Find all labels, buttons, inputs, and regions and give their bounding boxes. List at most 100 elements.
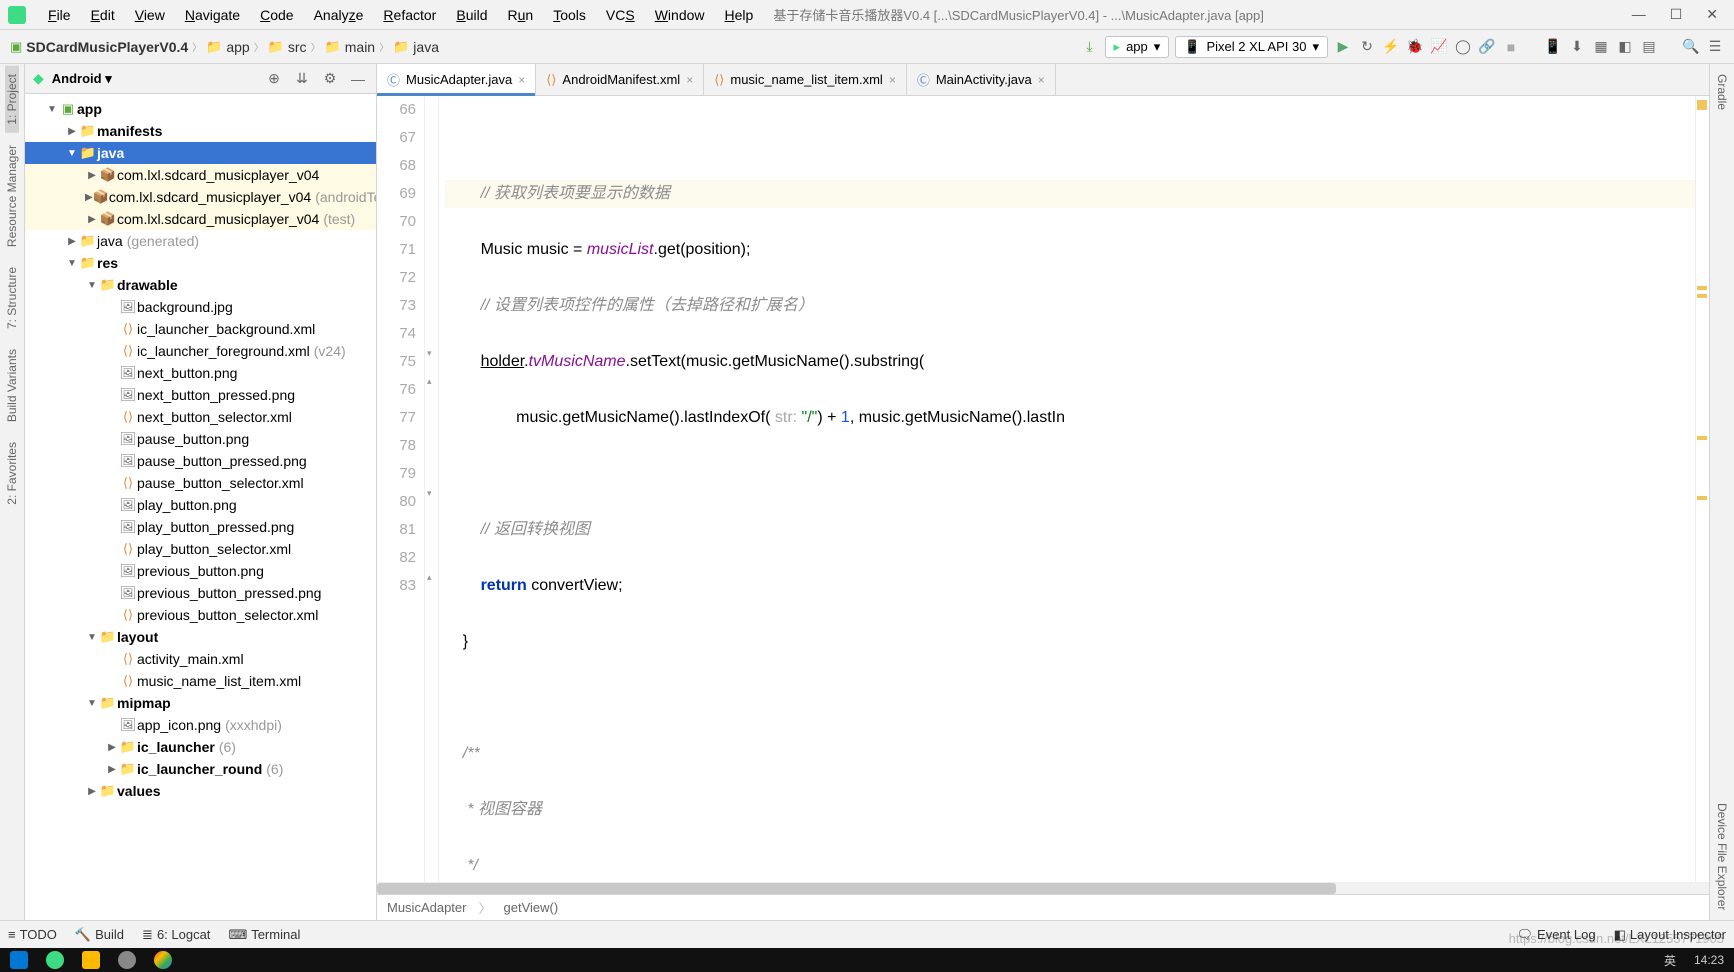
editor-breadcrumb[interactable]: MusicAdapter〉getView() xyxy=(377,894,1709,920)
tree-item[interactable]: 🖼next_button.png xyxy=(25,362,376,384)
close-icon[interactable]: × xyxy=(1038,73,1045,87)
close-icon[interactable]: × xyxy=(518,73,525,87)
sync-gradle-icon[interactable]: ⤓ xyxy=(1081,38,1099,56)
breadcrumb-root[interactable]: ▣SDCardMusicPlayerV0.4 xyxy=(10,39,188,55)
menu-edit[interactable]: Edit xyxy=(83,5,123,25)
hide-icon[interactable]: — xyxy=(348,71,368,87)
tree-item[interactable]: ▶📦com.lxl.sdcard_musicplayer_v04 xyxy=(25,164,376,186)
avd-manager-icon[interactable]: 📱 xyxy=(1544,38,1562,56)
line-gutter[interactable]: 666768697071727374757677787980818283 xyxy=(377,96,425,882)
tool-device-file-explorer[interactable]: Device File Explorer xyxy=(1715,795,1729,918)
taskbar-explorer[interactable] xyxy=(82,951,100,969)
taskbar-android-studio[interactable] xyxy=(46,951,64,969)
taskbar-start[interactable] xyxy=(10,951,28,969)
menu-code[interactable]: Code xyxy=(252,5,301,25)
tree-item[interactable]: ⟨⟩previous_button_selector.xml xyxy=(25,604,376,626)
editor-tab[interactable]: ⒸMusicAdapter.java× xyxy=(377,64,536,95)
run-button[interactable]: ▶ xyxy=(1334,38,1352,56)
menu-vcs[interactable]: VCS xyxy=(598,5,643,25)
tree-item[interactable]: ▼▣app xyxy=(25,98,376,120)
device-combo[interactable]: 📱Pixel 2 XL API 30▾ xyxy=(1175,36,1328,58)
menu-analyze[interactable]: Analyze xyxy=(306,5,372,25)
menu-window[interactable]: Window xyxy=(647,5,713,25)
tree-item[interactable]: ▶📁ic_launcher_round (6) xyxy=(25,758,376,780)
tree-item[interactable]: ▶📁manifests xyxy=(25,120,376,142)
tree-item[interactable]: ▶📦com.lxl.sdcard_musicplayer_v04 (androi… xyxy=(25,186,376,208)
tree-item[interactable]: 🖼previous_button_pressed.png xyxy=(25,582,376,604)
tree-item[interactable]: 🖼background.jpg xyxy=(25,296,376,318)
menu-navigate[interactable]: Navigate xyxy=(177,5,248,25)
editor-tab[interactable]: ⒸMainActivity.java× xyxy=(907,64,1056,95)
profile-button[interactable]: 📈 xyxy=(1430,38,1448,56)
tree-item[interactable]: 🖼play_button_pressed.png xyxy=(25,516,376,538)
sdk-manager-icon[interactable]: ⬇ xyxy=(1568,38,1586,56)
collapse-icon[interactable]: ⇊ xyxy=(292,70,312,87)
tool-logcat[interactable]: ≣ 6: Logcat xyxy=(142,927,210,943)
tool-resource-manager[interactable]: Resource Manager xyxy=(5,137,19,255)
debug-button[interactable]: 🐞 xyxy=(1406,38,1424,56)
menu-refactor[interactable]: Refactor xyxy=(375,5,444,25)
tree-item[interactable]: 🖼previous_button.png xyxy=(25,560,376,582)
tree-item[interactable]: 🖼play_button.png xyxy=(25,494,376,516)
tool-gradle[interactable]: Gradle xyxy=(1715,66,1729,118)
tree-item[interactable]: ▼📁mipmap xyxy=(25,692,376,714)
tree-item[interactable]: ▼📁java xyxy=(25,142,376,164)
settings-icon[interactable]: ☰ xyxy=(1706,38,1724,56)
close-button[interactable]: ✕ xyxy=(1706,6,1718,23)
tree-item[interactable]: ▶📦com.lxl.sdcard_musicplayer_v04 (test) xyxy=(25,208,376,230)
error-stripe[interactable] xyxy=(1695,96,1709,882)
coverage-button[interactable]: ◯ xyxy=(1454,38,1472,56)
tree-item[interactable]: 🖼next_button_pressed.png xyxy=(25,384,376,406)
tool-favorites[interactable]: 2: Favorites xyxy=(5,434,19,513)
tree-item[interactable]: ⟨⟩next_button_selector.xml xyxy=(25,406,376,428)
close-icon[interactable]: × xyxy=(889,73,896,87)
tool-structure[interactable]: 7: Structure xyxy=(5,259,19,337)
menu-tools[interactable]: Tools xyxy=(545,5,594,25)
locate-icon[interactable]: ⊕ xyxy=(264,70,284,87)
menu-file[interactable]: FFileile xyxy=(40,5,79,25)
tool-project[interactable]: 1: Project xyxy=(5,66,19,133)
tree-item[interactable]: ▶📁values xyxy=(25,780,376,802)
breadcrumb-app[interactable]: 📁app xyxy=(206,39,250,55)
tree-item[interactable]: ▼📁layout xyxy=(25,626,376,648)
attach-button[interactable]: 🔗 xyxy=(1478,38,1496,56)
tree-item[interactable]: 🖼pause_button_pressed.png xyxy=(25,450,376,472)
breadcrumb-main[interactable]: 📁main xyxy=(325,39,376,55)
project-view-combo[interactable]: Android ▾ xyxy=(52,71,256,87)
virtual-device-icon[interactable]: ▤ xyxy=(1640,38,1658,56)
code-editor[interactable]: // 获取列表项要显示的数据 Music music = musicList.g… xyxy=(439,96,1709,882)
os-taskbar[interactable]: 英 14:23 xyxy=(0,948,1734,972)
tree-item[interactable]: ⟨⟩ic_launcher_foreground.xml (v24) xyxy=(25,340,376,362)
horizontal-scrollbar[interactable] xyxy=(377,882,1709,894)
breadcrumb-src[interactable]: 📁src xyxy=(268,39,307,55)
tool-build[interactable]: 🔨 Build xyxy=(75,927,124,943)
minimize-button[interactable]: — xyxy=(1632,6,1646,23)
editor-tab[interactable]: ⟨⟩music_name_list_item.xml× xyxy=(704,64,907,95)
tree-item[interactable]: 🖼pause_button.png xyxy=(25,428,376,450)
tree-item[interactable]: ⟨⟩pause_button_selector.xml xyxy=(25,472,376,494)
stop-button[interactable]: ■ xyxy=(1502,38,1520,56)
tray-ime[interactable]: 英 xyxy=(1664,952,1676,969)
menu-build[interactable]: Build xyxy=(448,5,495,25)
editor-tab[interactable]: ⟨⟩AndroidManifest.xml× xyxy=(536,64,704,95)
tree-item[interactable]: ⟨⟩activity_main.xml xyxy=(25,648,376,670)
taskbar-chrome[interactable] xyxy=(154,951,172,969)
tool-todo[interactable]: ≡ TODO xyxy=(8,927,57,942)
gear-icon[interactable]: ⚙ xyxy=(320,70,340,87)
layout-inspector-icon[interactable]: ◧ xyxy=(1616,38,1634,56)
resource-manager-icon[interactable]: ▦ xyxy=(1592,38,1610,56)
maximize-button[interactable]: ☐ xyxy=(1670,6,1683,23)
search-icon[interactable]: 🔍 xyxy=(1682,38,1700,56)
menu-help[interactable]: Help xyxy=(717,5,762,25)
project-tree[interactable]: ▼▣app▶📁manifests▼📁java▶📦com.lxl.sdcard_m… xyxy=(25,94,376,920)
tree-item[interactable]: 🖼app_icon.png (xxxhdpi) xyxy=(25,714,376,736)
run-config-combo[interactable]: ▸app▾ xyxy=(1105,36,1170,58)
tree-item[interactable]: ▼📁drawable xyxy=(25,274,376,296)
fold-gutter[interactable]: ▾ ▴ ▾ ▴ xyxy=(425,96,439,882)
menu-view[interactable]: View xyxy=(127,5,173,25)
apply-changes-button[interactable]: ↻ xyxy=(1358,38,1376,56)
tree-item[interactable]: ⟨⟩music_name_list_item.xml xyxy=(25,670,376,692)
tool-build-variants[interactable]: Build Variants xyxy=(5,341,19,430)
tree-item[interactable]: ▶📁ic_launcher (6) xyxy=(25,736,376,758)
tree-item[interactable]: ⟨⟩play_button_selector.xml xyxy=(25,538,376,560)
